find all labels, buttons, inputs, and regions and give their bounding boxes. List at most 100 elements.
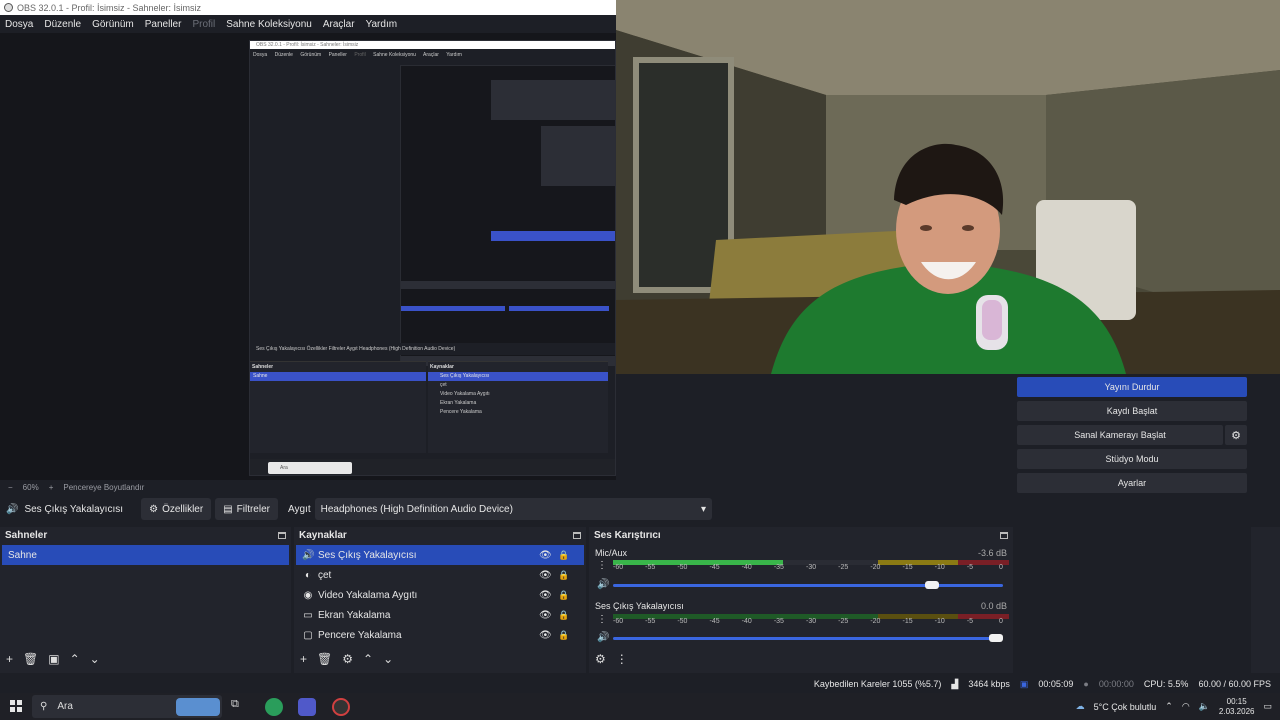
- deep-block: [541, 126, 615, 186]
- lock-icon[interactable]: 🔒: [558, 610, 569, 621]
- link-gear-icon[interactable]: ⚙: [595, 652, 606, 666]
- nested-obs-capture: OBS 32.0.1 - Profil: İsimsiz - Sahneler:…: [249, 40, 616, 476]
- source-item[interactable]: ▢ Pencere Yakalama 👁 🔒: [296, 625, 584, 645]
- nested-menu-item: Sahne Koleksiyonu: [373, 52, 416, 58]
- wifi-icon[interactable]: ◠: [1182, 701, 1190, 712]
- source-item[interactable]: ◉ Video Yakalama Aygıtı 👁 🔒: [296, 585, 584, 605]
- more-vert-icon[interactable]: ⋮: [616, 652, 628, 666]
- clock-date: 2.03.2026: [1218, 706, 1255, 716]
- meter-tick-label: -40: [741, 618, 752, 625]
- volume-knob[interactable]: [925, 581, 940, 589]
- chrome-icon[interactable]: [265, 698, 283, 716]
- studio-mode-button[interactable]: Stüdyo Modu: [1017, 449, 1247, 469]
- search-placeholder: Ara: [57, 701, 73, 712]
- trash-icon[interactable]: 🗑: [317, 652, 332, 666]
- source-item[interactable]: ▭ Ekran Yakalama 👁 🔒: [296, 605, 584, 625]
- volume-slider[interactable]: [613, 634, 1003, 642]
- device-select[interactable]: Headphones (High Definition Audio Device…: [314, 498, 712, 520]
- stop-stream-button[interactable]: Yayını Durdur: [1017, 377, 1247, 397]
- lock-icon[interactable]: 🔒: [558, 630, 569, 641]
- undock-icon[interactable]: [573, 531, 581, 539]
- eye-icon[interactable]: 👁: [539, 550, 552, 561]
- eye-icon[interactable]: 👁: [539, 570, 552, 581]
- undock-icon[interactable]: [278, 531, 286, 539]
- studio-mode-label: Stüdyo Modu: [1105, 454, 1159, 464]
- fit-to-window[interactable]: Pencereye Boyutlandır: [63, 483, 144, 492]
- scene-label: Sahne: [8, 549, 37, 561]
- speaker-icon[interactable]: 🔊: [597, 632, 609, 643]
- menu-dosya[interactable]: Dosya: [5, 19, 33, 30]
- channel-name: Mic/Aux: [595, 548, 628, 558]
- stop-stream-label: Yayını Durdur: [1104, 382, 1160, 392]
- menu-gorunum[interactable]: Görünüm: [92, 19, 134, 30]
- speaker-icon[interactable]: 🔊: [597, 579, 609, 590]
- zoom-level[interactable]: 60%: [23, 483, 39, 492]
- chevron-up-icon[interactable]: ⌃: [363, 652, 373, 666]
- menu-duzenle[interactable]: Düzenle: [44, 19, 81, 30]
- deep-block: [401, 306, 505, 311]
- source-label: Ses Çıkış Yakalayıcısı: [318, 549, 417, 561]
- hidden-dock-strip: [1251, 527, 1280, 673]
- obs-icon[interactable]: [332, 698, 350, 716]
- eye-icon[interactable]: 👁: [539, 610, 552, 621]
- chevron-up-icon[interactable]: ⌃: [70, 652, 80, 666]
- scene-filter-icon[interactable]: ▣: [48, 652, 59, 666]
- eye-icon[interactable]: 👁: [539, 590, 552, 601]
- menu-araclar[interactable]: Araçlar: [323, 19, 355, 30]
- chevron-down-icon[interactable]: ⌄: [383, 652, 393, 666]
- volume-knob[interactable]: [989, 634, 1003, 642]
- undock-icon[interactable]: [1000, 531, 1008, 539]
- windows-start-icon[interactable]: [10, 700, 22, 712]
- obs-logo-icon: [4, 3, 13, 12]
- clock-time: 00:15: [1226, 696, 1247, 706]
- trash-icon[interactable]: 🗑: [23, 652, 38, 666]
- meter-tick-label: -60: [613, 618, 624, 625]
- notification-icon[interactable]: ▭: [1263, 701, 1272, 712]
- scene-item[interactable]: Sahne: [2, 545, 289, 565]
- zoom-bar: − 60% + Pencereye Boyutlandır: [0, 480, 616, 495]
- properties-button[interactable]: ⚙ Özellikler: [141, 498, 212, 520]
- meter-tick-label: -45: [709, 564, 720, 571]
- volume-slider[interactable]: [613, 581, 1003, 589]
- chevron-up-icon[interactable]: ⌃: [1165, 701, 1173, 712]
- menu-yardim[interactable]: Yardım: [366, 19, 398, 30]
- chevron-down-icon[interactable]: ⌄: [90, 652, 100, 666]
- globe-icon: ◐: [304, 569, 312, 581]
- meter-tick-label: -20: [870, 618, 881, 625]
- add-icon[interactable]: +: [6, 652, 13, 666]
- title-bar: OBS 32.0.1 - Profil: İsimsiz - Sahneler:…: [0, 0, 616, 15]
- source-item[interactable]: 🔊 Ses Çıkış Yakalayıcısı 👁 🔒: [296, 545, 584, 565]
- lock-icon[interactable]: 🔒: [558, 590, 569, 601]
- deep-block: [509, 306, 609, 311]
- device-value: Headphones (High Definition Audio Device…: [320, 503, 513, 515]
- settings-button[interactable]: Ayarlar: [1017, 473, 1247, 493]
- source-item[interactable]: ◐ çet 👁 🔒: [296, 565, 584, 585]
- zoom-minus[interactable]: −: [8, 483, 13, 492]
- eye-icon[interactable]: 👁: [539, 630, 552, 641]
- menu-paneller[interactable]: Paneller: [145, 19, 182, 30]
- start-recording-button[interactable]: Kaydı Başlat: [1017, 401, 1247, 421]
- virtual-camera-settings-button[interactable]: ⚙: [1225, 425, 1247, 445]
- search-highlight-icon[interactable]: [176, 698, 220, 716]
- more-vert-icon[interactable]: ⋮: [597, 560, 607, 571]
- add-icon[interactable]: +: [300, 652, 307, 666]
- channel-name: Ses Çıkış Yakalayıcısı: [595, 601, 684, 611]
- task-view-icon[interactable]: ⧉: [231, 698, 249, 716]
- clock[interactable]: 00:15 2.03.2026: [1219, 697, 1255, 717]
- more-vert-icon[interactable]: ⋮: [597, 614, 607, 625]
- teams-icon[interactable]: [298, 698, 316, 716]
- gear-icon[interactable]: ⚙: [342, 652, 353, 666]
- lock-icon[interactable]: 🔒: [558, 570, 569, 581]
- meter-tick-label: -35: [773, 564, 784, 571]
- scenes-dock: Sahneler Sahne + 🗑 ▣ ⌃ ⌄: [0, 527, 291, 673]
- nested-props-bar: Ses Çıkış Yakalayıcısı Özellikler Filtre…: [250, 343, 615, 355]
- menu-profil[interactable]: Profil: [192, 19, 215, 30]
- zoom-plus[interactable]: +: [49, 483, 54, 492]
- lock-icon[interactable]: 🔒: [558, 550, 569, 561]
- virtual-camera-button[interactable]: Sanal Kamerayı Başlat: [1017, 425, 1223, 445]
- volume-icon[interactable]: 🔈: [1199, 701, 1210, 712]
- menu-bar: Dosya Düzenle Görünüm Paneller Profil Sa…: [0, 15, 616, 33]
- filters-button[interactable]: ▤ Filtreler: [215, 498, 278, 520]
- nested-source-item: Ses Çıkış Yakalayıcısı: [428, 372, 608, 381]
- menu-sahne-koleksiyonu[interactable]: Sahne Koleksiyonu: [226, 19, 312, 30]
